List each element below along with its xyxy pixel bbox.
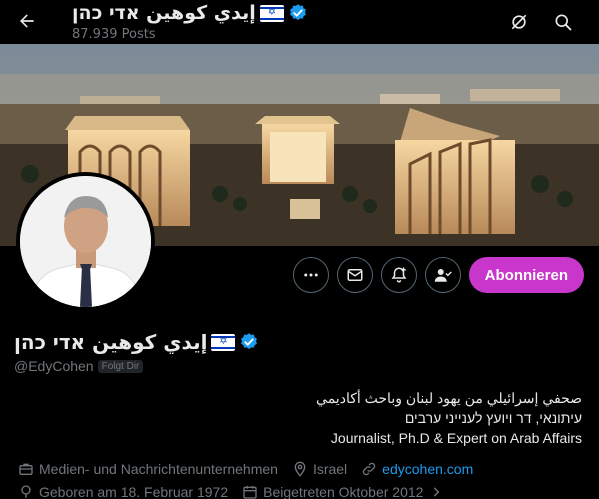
website-link[interactable]: edycohen.com (382, 461, 473, 477)
bell-plus-icon (391, 267, 407, 283)
profile-actions: Abonnieren (292, 257, 584, 293)
top-bar: إيدي كوهين אדי כהן ✡ 87.939 Posts (0, 0, 599, 44)
category-text: Medien- und Nachrichtenunternehmen (39, 461, 278, 477)
grok-icon (511, 14, 527, 30)
more-button[interactable] (292, 257, 329, 293)
birthday-item: Geboren am 18. Februar 1972 (18, 484, 228, 499)
joined-text: Beigetreten Oktober 2012 (263, 484, 424, 499)
subscribe-button[interactable]: Abonnieren (468, 257, 584, 293)
post-count: 87.939 Posts (72, 27, 156, 42)
birthday-text: Geboren am 18. Februar 1972 (39, 484, 229, 499)
balloon-icon (21, 485, 31, 498)
profile-handle: @EdyCohen (14, 358, 94, 374)
more-icon (303, 273, 318, 277)
verified-badge-icon[interactable] (239, 332, 259, 352)
notify-button[interactable] (380, 257, 417, 293)
header-display-name: إيدي كوهين אדי כהן (72, 2, 256, 24)
israel-flag-icon: ✡ (259, 4, 284, 22)
location-text: Israel (312, 461, 348, 477)
bio-line-arabic: صحفي إسرائيلي من يهود لبنان وباحث أكاديم… (316, 390, 582, 406)
israel-flag-icon: ✡ (211, 333, 236, 351)
follow-status-button[interactable] (424, 257, 461, 293)
website-item: edycohen.com (361, 461, 473, 477)
verified-badge-icon (289, 4, 306, 21)
person-check-icon (434, 269, 452, 282)
category-item: Medien- und Nachrichtenunternehmen (18, 461, 278, 477)
location-pin-icon (294, 461, 306, 477)
profile-bio: صحفي إسرائيلي من يهود لبنان وباحث أكاديم… (316, 388, 582, 448)
handle-row: @EdyCohen Folgt Dir (14, 358, 144, 374)
link-icon (362, 462, 376, 476)
joined-item: Beigetreten Oktober 2012 (242, 484, 448, 499)
bio-line-hebrew: עיתונאי, דר ויועץ לענייני ערבים (404, 410, 582, 426)
envelope-icon (347, 269, 363, 281)
header-title-block: إيدي كوهين אדי כהן ✡ 87.939 Posts (72, 0, 308, 42)
search-button[interactable] (546, 5, 580, 39)
profile-name-row: إيدي كوهين אדי כהן ✡ (14, 330, 259, 354)
profile-meta-row-2: Geboren am 18. Februar 1972 Beigetreten … (18, 484, 462, 499)
avatar-photo (20, 176, 151, 307)
profile-meta-row-1: Medien- und Nachrichtenunternehmen Israe… (18, 461, 487, 477)
search-icon (555, 14, 572, 31)
bio-line-english: Journalist, Ph.D & Expert on Arab Affair… (330, 430, 582, 446)
calendar-icon (243, 486, 257, 499)
message-button[interactable] (336, 257, 373, 293)
arrow-left-icon (20, 14, 34, 28)
chevron-right-icon[interactable] (429, 485, 443, 499)
location-item: Israel (292, 461, 347, 477)
profile-avatar[interactable] (16, 172, 155, 311)
follows-you-badge: Folgt Dir (97, 359, 144, 373)
profile-display-name: إيدي كوهين אדי כהן (14, 330, 208, 354)
grok-button[interactable] (502, 5, 536, 39)
briefcase-icon (19, 463, 33, 475)
back-button[interactable] (10, 4, 44, 38)
